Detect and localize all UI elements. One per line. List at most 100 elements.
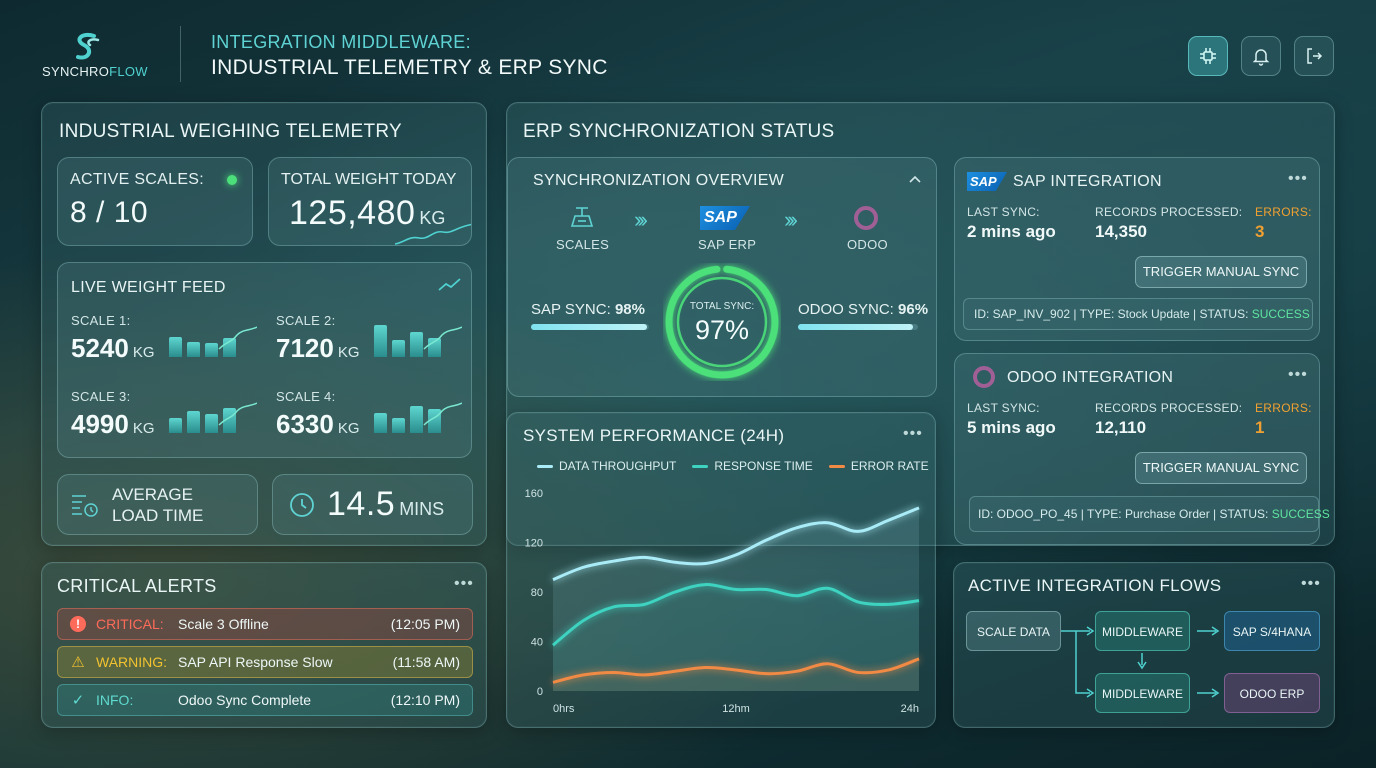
sap-integration-card: SAP SAP INTEGRATION ••• LAST SYNC: 2 min… <box>954 157 1320 341</box>
odoo-records-value: 12,110 <box>1095 418 1147 437</box>
scale-value-group: 6330 KG <box>276 409 360 440</box>
network-icon <box>1200 48 1216 64</box>
flow-arrows-icon-1: ››› <box>634 207 648 232</box>
sap-errors-label: ERRORS: <box>1255 205 1312 219</box>
performance-title: SYSTEM PERFORMANCE (24H) <box>523 426 785 445</box>
sap-menu-button[interactable]: ••• <box>1288 170 1308 188</box>
odoo-sync-label: ODOO SYNC: 96% <box>798 301 929 318</box>
total-weight-label: TOTAL WEIGHT TODAY <box>281 171 457 188</box>
scale-label: SCALE 4: <box>276 389 336 404</box>
trend-icon <box>438 278 461 291</box>
warning-icon: ⚠ <box>71 654 85 671</box>
header-subtitle: INTEGRATION MIDDLEWARE: <box>211 32 471 52</box>
notifications-button[interactable] <box>1241 36 1281 76</box>
logout-icon <box>1307 48 1323 64</box>
alert-message: Odoo Sync Complete <box>178 692 312 708</box>
sap-sync-progress <box>531 324 649 330</box>
odoo-integration-logo-icon <box>973 366 995 388</box>
sap-logo: SAP <box>700 206 750 230</box>
odoo-menu-button[interactable]: ••• <box>1288 366 1308 384</box>
scale-label: SCALE 2: <box>276 313 336 328</box>
scale-value: 4990 <box>71 409 129 439</box>
live-feed-title: LIVE WEIGHT FEED <box>71 279 226 296</box>
total-sync-value: 97% <box>694 315 750 345</box>
sap-sync-label: SAP SYNC: 98% <box>531 301 645 318</box>
odoo-trigger-sync-button[interactable]: TRIGGER MANUAL SYNC <box>1135 452 1307 484</box>
sap-integration-logo: SAP <box>967 172 1007 191</box>
active-flows-panel: ACTIVE INTEGRATION FLOWS ••• SCALE DATA … <box>953 562 1335 728</box>
odoo-logo-icon <box>854 206 878 230</box>
x-tick-label: 24h <box>901 703 919 715</box>
scale-value-group: 5240 KG <box>71 333 155 364</box>
bell-icon <box>1252 49 1270 66</box>
odoo-last-sync-label: LAST SYNC: <box>967 401 1040 415</box>
alert-row[interactable]: ✓ INFO: Odoo Sync Complete (12:10 PM) <box>57 684 473 716</box>
sap-detail-strip: ID: SAP_INV_902 | TYPE: Stock Update | S… <box>963 298 1313 330</box>
alerts-menu-button[interactable]: ••• <box>454 575 474 593</box>
alert-message: Scale 3 Offline <box>178 616 269 632</box>
active-scales-label: ACTIVE SCALES: <box>70 171 205 188</box>
flow-node-odoo[interactable]: ODOO ERP <box>1224 673 1320 713</box>
chart-legend: DATA THROUGHPUT RESPONSE TIME ERROR RATE <box>537 459 945 473</box>
system-performance-panel: SYSTEM PERFORMANCE (24H) ••• DATA THROUG… <box>506 412 936 728</box>
live-weight-feed-card: LIVE WEIGHT FEED SCALE 1: 5240 KG SCALE 2: 7… <box>57 262 472 458</box>
scale-mini-chart <box>374 399 462 433</box>
erp-title: ERP SYNCHRONIZATION STATUS <box>523 121 835 142</box>
alert-time: (12:05 PM) <box>390 616 460 632</box>
alert-time: (11:58 AM) <box>392 654 460 670</box>
y-tick-label: 80 <box>531 587 543 599</box>
legend-swatch <box>537 465 553 469</box>
legend-label: ERROR RATE <box>850 459 929 473</box>
collapse-chevron-icon[interactable] <box>908 174 922 184</box>
sap-trigger-sync-button[interactable]: TRIGGER MANUAL SYNC <box>1135 256 1307 288</box>
scale-label: SCALE 3: <box>71 389 131 404</box>
load-time-value-group: 14.5 MINS <box>327 485 444 524</box>
y-tick-label: 120 <box>525 538 543 550</box>
logout-button[interactable] <box>1294 36 1334 76</box>
odoo-last-sync-value: 5 mins ago <box>967 418 1056 437</box>
sap-last-sync-label: LAST SYNC: <box>967 205 1040 219</box>
load-time-list-icon <box>72 495 98 517</box>
legend-item: RESPONSE TIME <box>692 459 813 473</box>
scale-value: 6330 <box>276 409 334 439</box>
total-sync-label: TOTAL SYNC: <box>689 301 755 312</box>
scale-trend-line <box>423 326 462 350</box>
flow-node-middleware-1[interactable]: MIDDLEWARE <box>1095 611 1190 651</box>
scale-value-group: 4990 KG <box>71 409 155 440</box>
telemetry-panel: INDUSTRIAL WEIGHING TELEMETRY ACTIVE SCA… <box>41 102 487 546</box>
legend-label: RESPONSE TIME <box>714 459 813 473</box>
critical-alerts-panel: CRITICAL ALERTS ••• ! CRITICAL: Scale 3 Of… <box>41 562 487 728</box>
performance-menu-button[interactable]: ••• <box>903 425 923 443</box>
odoo-integration-title: ODOO INTEGRATION <box>1007 369 1174 386</box>
critical-icon: ! <box>70 616 86 632</box>
legend-label: DATA THROUGHPUT <box>559 459 677 473</box>
alert-row[interactable]: ⚠ WARNING: SAP API Response Slow (11:58 AM) <box>57 646 473 678</box>
node-sap-label: SAP ERP <box>698 237 757 252</box>
flow-node-sap[interactable]: SAP S/4HANA <box>1224 611 1320 651</box>
load-time-unit: MINS <box>399 499 445 519</box>
flow-node-middleware-2[interactable]: MIDDLEWARE <box>1095 673 1190 713</box>
scale-value: 5240 <box>71 333 129 363</box>
sap-records-value: 14,350 <box>1095 222 1147 241</box>
check-icon: ✓ <box>71 692 85 709</box>
scale-value: 7120 <box>276 333 334 363</box>
alert-row[interactable]: ! CRITICAL: Scale 3 Offline (12:05 PM) <box>57 608 473 640</box>
scale-unit: KG <box>132 344 155 361</box>
flow-arrows-icon-2: ››› <box>784 207 798 232</box>
scale-unit: KG <box>337 344 360 361</box>
sap-errors-value: 3 <box>1255 222 1265 241</box>
scale-value-group: 7120 KG <box>276 333 360 364</box>
odoo-sync-progress <box>798 324 918 330</box>
status-online-dot <box>227 175 237 185</box>
network-button[interactable] <box>1188 36 1228 76</box>
load-time-card: 14.5 MINS <box>272 474 473 535</box>
legend-swatch <box>692 465 709 469</box>
legend-item: DATA THROUGHPUT <box>537 459 676 473</box>
telemetry-title: INDUSTRIAL WEIGHING TELEMETRY <box>59 121 403 142</box>
legend-item: ERROR RATE <box>828 459 929 473</box>
sync-overview-title: SYNCHRONIZATION OVERVIEW <box>533 172 785 189</box>
flow-node-scale-data[interactable]: SCALE DATA <box>966 611 1061 651</box>
performance-chart: 0 40 80 120 160 0hrs 12hm 24h <box>525 488 920 715</box>
alert-level: INFO: <box>96 692 134 708</box>
load-time-value: 14.5 <box>327 485 396 523</box>
